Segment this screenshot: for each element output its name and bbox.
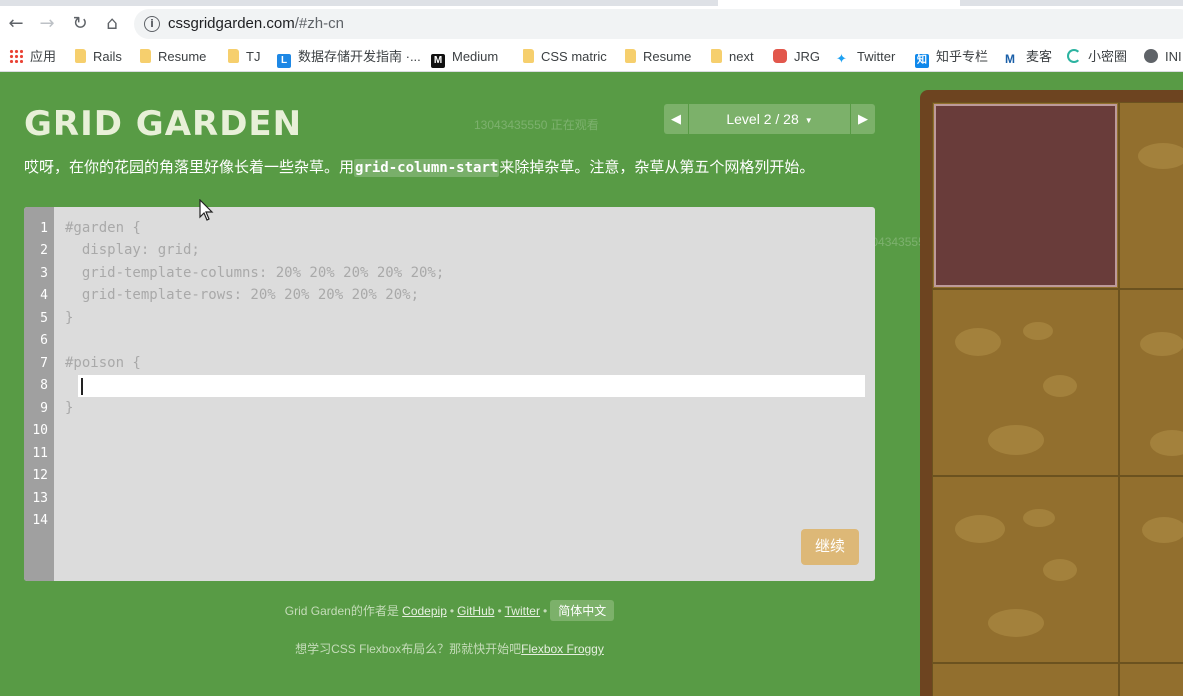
line-number: 7	[40, 356, 48, 371]
bookmark-storage-guide[interactable]: L 数据存储开发指南 ·...	[277, 48, 421, 68]
bookmark-maike[interactable]: M 麦客	[1005, 48, 1052, 66]
apps-grid-icon	[9, 49, 23, 63]
poison-weed-tile	[934, 104, 1117, 287]
code-line: #poison {	[65, 355, 141, 371]
line-number: 3	[40, 266, 48, 281]
code-line: }	[65, 310, 74, 326]
forward-arrow-icon[interactable]: →	[37, 14, 57, 34]
line-number: 4	[40, 288, 48, 303]
code-line: }	[65, 400, 74, 416]
line-number: 1	[40, 221, 48, 236]
next-level-arrow-icon[interactable]: ▶	[851, 104, 875, 134]
bookmark-zhihu[interactable]: 知知乎专栏	[915, 48, 988, 68]
folder-icon	[711, 49, 722, 63]
line-number: 14	[32, 513, 48, 528]
code-line: grid-template-rows: 20% 20% 20% 20% 20%;	[65, 287, 420, 303]
maike-logo-icon: M	[1005, 52, 1015, 66]
folder-icon	[75, 49, 86, 63]
garden-cell	[932, 663, 1119, 696]
bookmark-resume[interactable]: Resume	[140, 48, 206, 66]
line-number: 12	[32, 468, 48, 483]
twitter-link[interactable]: Twitter	[505, 604, 540, 618]
flexbox-froggy-promo: 想学习CSS Flexbox布局么？那就快开始吧Flexbox Froggy	[295, 642, 604, 656]
medium-logo-icon: M	[431, 54, 445, 68]
bookmarks-bar: 应用 Rails Resume TJ L 数据存储开发指南 ·... M Mediu…	[0, 42, 1183, 72]
garden-cell	[1119, 289, 1183, 476]
flexbox-froggy-link[interactable]: Flexbox Froggy	[521, 642, 604, 656]
bookmark-medium[interactable]: M Medium	[431, 48, 498, 68]
credits-footer: Grid Garden的作者是 Codepip • GitHub • Twitter • 简…	[0, 600, 899, 621]
line-number: 6	[40, 333, 48, 348]
dropdown-caret-icon: ▼	[804, 116, 813, 125]
line-number: 13	[32, 491, 48, 506]
back-arrow-icon[interactable]: ←	[6, 14, 26, 34]
code-line: display: grid;	[65, 242, 200, 258]
garden-cell	[932, 476, 1119, 663]
home-icon[interactable]: ⌂	[102, 14, 122, 34]
garden-cell	[1119, 663, 1183, 696]
reload-icon[interactable]: ↻	[70, 14, 90, 34]
mouse-pointer-icon	[199, 199, 214, 221]
bookmark-xiaomiquan[interactable]: 小密圈	[1067, 48, 1127, 66]
bookmark-tj[interactable]: TJ	[228, 48, 260, 66]
codepip-link[interactable]: Codepip	[402, 604, 447, 618]
folder-icon	[625, 49, 636, 63]
garden-cell	[1119, 476, 1183, 663]
viewer-watermark: 13043435550 正在观看	[474, 118, 599, 132]
level-instructions: 哎呀，在你的花园的角落里好像长着一些杂草。用grid-column-start来…	[24, 159, 815, 177]
bookmark-next[interactable]: next	[711, 48, 754, 66]
line-number: 10	[32, 423, 48, 438]
zhihu-logo-icon: 知	[915, 54, 929, 68]
l-logo-icon: L	[277, 54, 291, 68]
line-number-gutter: 1 2 3 4 5 6 7 8 9 10 11 12 13 14	[24, 207, 54, 581]
ring-logo-icon	[1067, 49, 1081, 63]
garden-cell	[1119, 102, 1183, 289]
next-button[interactable]: 继续	[801, 529, 859, 565]
globe-icon	[1144, 49, 1158, 63]
instruction-code: grid-column-start	[354, 159, 500, 177]
level-navigator: ◀ Level 2 / 28 ▼ ▶	[664, 104, 875, 134]
line-number: 8	[40, 378, 48, 393]
bookmark-jrg[interactable]: JRG	[773, 48, 820, 66]
bookmark-apps[interactable]: 应用	[9, 48, 56, 66]
jrg-logo-icon	[773, 49, 787, 63]
line-number: 5	[40, 311, 48, 326]
language-selector-button[interactable]: 简体中文	[550, 600, 615, 621]
folder-icon	[140, 49, 151, 63]
garden-cell	[932, 289, 1119, 476]
site-info-icon[interactable]: i	[144, 16, 160, 32]
folder-icon	[228, 49, 239, 63]
page-title: GRID GARDEN	[24, 104, 303, 144]
code-line: grid-template-columns: 20% 20% 20% 20% 2…	[65, 265, 445, 281]
bookmark-ini[interactable]: INI	[1144, 48, 1182, 66]
level-dropdown[interactable]: Level 2 / 28 ▼	[689, 104, 850, 134]
line-number: 9	[40, 401, 48, 416]
previous-level-arrow-icon[interactable]: ◀	[664, 104, 688, 134]
github-link[interactable]: GitHub	[457, 604, 494, 618]
folder-icon	[523, 49, 534, 63]
text-cursor	[81, 378, 83, 395]
bookmark-rails[interactable]: Rails	[75, 48, 122, 66]
line-number: 2	[40, 243, 48, 258]
url-text[interactable]: cssgridgarden.com/#zh-cn	[168, 15, 344, 32]
bookmark-twitter[interactable]: ✦ Twitter	[836, 48, 895, 67]
twitter-bird-icon: ✦	[836, 52, 847, 67]
code-line: #garden {	[65, 220, 141, 236]
address-bar[interactable]: i cssgridgarden.com/#zh-cn	[134, 9, 1183, 39]
bookmark-resume-2[interactable]: Resume	[625, 48, 691, 66]
bookmark-css-matric[interactable]: CSS matric	[523, 48, 607, 66]
line-number: 11	[32, 446, 48, 461]
code-editor: 1 2 3 4 5 6 7 8 9 10 11 12 13 14 #garden…	[24, 207, 875, 581]
css-code-input[interactable]	[78, 375, 865, 397]
browser-toolbar: ← → ↻ ⌂ i cssgridgarden.com/#zh-cn	[0, 6, 1183, 42]
